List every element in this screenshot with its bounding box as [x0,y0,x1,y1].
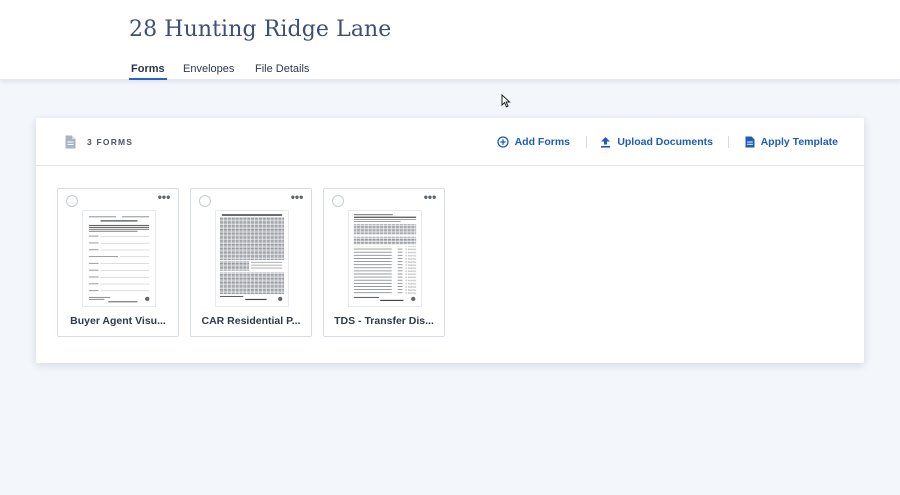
add-forms-label: Add Forms [514,136,570,148]
mouse-cursor-icon [501,94,511,108]
action-divider [586,136,587,148]
select-radio[interactable] [66,195,78,207]
tab-file-details[interactable]: File Details [255,62,309,80]
form-name: Buyer Agent Visu... [70,315,166,327]
more-options-icon[interactable]: ••• [290,191,304,203]
more-options-icon[interactable]: ••• [423,191,437,203]
form-thumbnail [82,210,156,307]
tab-envelopes[interactable]: Envelopes [183,62,234,80]
document-icon [745,136,755,148]
page-title: 28 Hunting Ridge Lane [129,17,392,42]
upload-documents-button[interactable]: Upload Documents [600,135,713,149]
forms-panel-header: 3 FORMS Add Forms Upload Documents Apply [36,118,864,166]
select-radio[interactable] [199,195,211,207]
form-name: CAR Residential P... [201,315,301,327]
form-card[interactable]: ••• CAR Residential P... [190,188,312,337]
form-name: TDS - Transfer Dis... [334,315,434,327]
add-forms-button[interactable]: Add Forms [496,135,570,149]
action-divider [728,136,729,148]
tab-forms[interactable]: Forms [129,62,167,80]
document-icon [65,135,76,149]
top-header: 28 Hunting Ridge Lane Forms Envelopes Fi… [0,0,900,80]
form-card[interactable]: ••• TDS - Transfer Dis... [323,188,445,337]
form-thumbnail [348,210,422,307]
apply-template-button[interactable]: Apply Template [745,135,838,149]
upload-documents-label: Upload Documents [617,136,713,148]
plus-circle-icon [496,136,509,148]
apply-template-label: Apply Template [760,136,838,148]
upload-icon [601,137,611,148]
forms-panel: 3 FORMS Add Forms Upload Documents Apply [36,118,864,363]
more-options-icon[interactable]: ••• [157,191,171,203]
select-radio[interactable] [332,195,344,207]
form-thumbnail [215,210,289,307]
form-card[interactable]: ••• Buyer Agent Visu... [57,188,179,337]
forms-count: 3 FORMS [87,137,134,147]
